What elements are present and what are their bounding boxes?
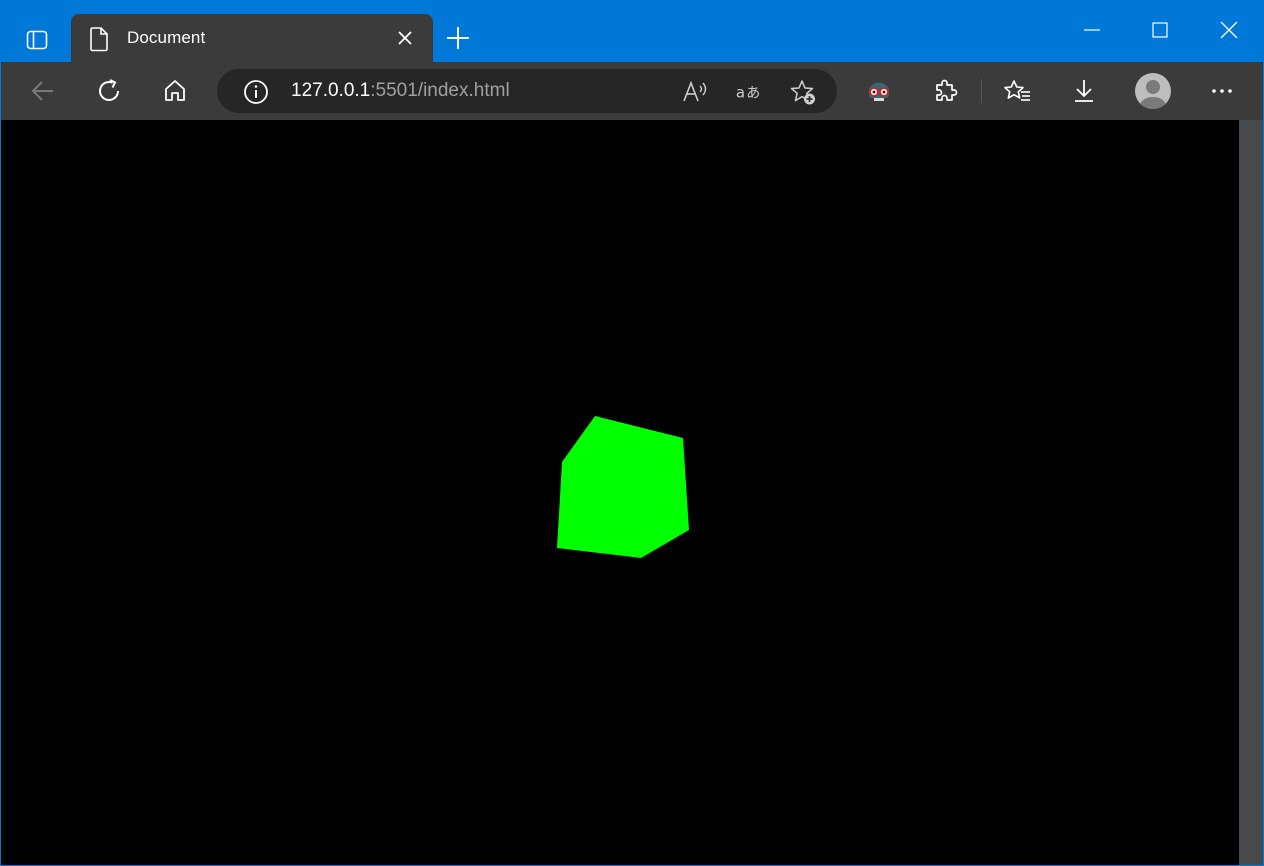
more-options-icon <box>1212 89 1232 93</box>
new-tab-button[interactable] <box>445 25 471 51</box>
toolbar-divider <box>981 79 982 103</box>
downloads-icon <box>1075 80 1093 102</box>
vertical-scrollbar[interactable] <box>1239 120 1263 865</box>
extensions-button[interactable] <box>931 77 959 105</box>
extensions-puzzle-icon <box>936 79 958 101</box>
extension-glasses-icon <box>868 82 890 101</box>
page-icon <box>90 27 108 52</box>
refresh-icon <box>99 79 119 101</box>
close-tab-icon[interactable] <box>397 30 413 46</box>
url-path: :5501/index.html <box>370 80 510 101</box>
read-aloud-icon <box>683 80 707 102</box>
back-arrow-icon <box>31 81 53 101</box>
tab-title: Document <box>127 28 206 47</box>
profile-avatar[interactable] <box>1135 73 1171 109</box>
browser-toolbar: 127.0.0.1:5501/index.html a あ <box>1 62 1263 121</box>
green-cube <box>557 416 689 558</box>
back-button[interactable] <box>29 77 57 105</box>
title-bar: Document <box>1 1 1263 62</box>
url-text[interactable]: 127.0.0.1:5501/index.html <box>291 80 510 102</box>
minimize-button[interactable] <box>1081 19 1103 41</box>
page-viewport[interactable] <box>1 120 1239 865</box>
translate-button[interactable]: a あ <box>735 78 763 106</box>
read-aloud-button[interactable] <box>681 78 709 106</box>
more-options-button[interactable] <box>1208 77 1236 105</box>
close-window-button[interactable] <box>1218 19 1240 41</box>
browser-window: Document 127.0.0.1:5501/index.html a あ <box>1 1 1263 865</box>
favorites-icon <box>1004 80 1030 101</box>
svg-text:a: a <box>736 84 745 102</box>
tab-actions-button[interactable] <box>19 22 55 58</box>
refresh-button[interactable] <box>95 77 123 105</box>
translate-icon: a あ <box>736 84 760 102</box>
downloads-button[interactable] <box>1070 77 1098 105</box>
webgl-canvas[interactable] <box>1 120 1239 865</box>
profile-icon <box>1140 80 1166 109</box>
address-bar[interactable]: 127.0.0.1:5501/index.html a あ <box>217 69 837 113</box>
home-icon <box>165 80 185 101</box>
tab-actions-icon <box>26 30 48 50</box>
svg-text:あ: あ <box>746 86 760 102</box>
maximize-button[interactable] <box>1149 19 1171 41</box>
url-host: 127.0.0.1 <box>291 80 371 101</box>
favorites-button[interactable] <box>1004 77 1032 105</box>
site-info-icon[interactable] <box>243 79 269 105</box>
extension-button[interactable] <box>865 77 893 105</box>
active-tab[interactable]: Document <box>71 14 433 62</box>
add-favorite-button[interactable] <box>789 78 817 106</box>
add-favorite-icon <box>790 80 815 105</box>
home-button[interactable] <box>161 77 189 105</box>
